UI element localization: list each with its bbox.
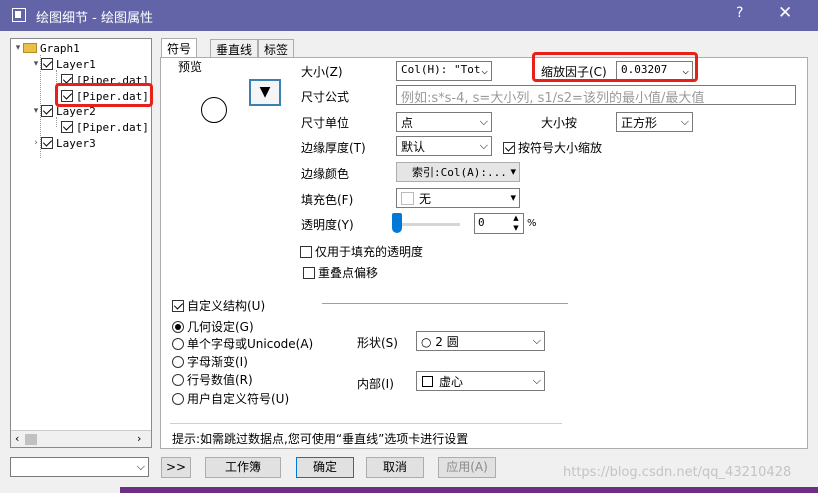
plot-selector-combo[interactable]: ⌵: [10, 457, 149, 477]
chevron-down-icon: ⌵: [481, 64, 488, 77]
chevron-down-icon: ⌵: [136, 460, 145, 473]
background-window-edge: [120, 487, 818, 493]
color-swatch-icon: [401, 192, 414, 205]
tab-drop-lines[interactable]: 垂直线: [210, 39, 259, 58]
tree-node-layer1[interactable]: ▾ Layer1: [31, 56, 96, 72]
size-unit-label: 尺寸单位: [301, 116, 350, 130]
tree-node-graph1[interactable]: ▾ Graph1: [13, 40, 80, 56]
chevron-down-icon: ⌵: [479, 115, 488, 128]
app-icon: [12, 8, 26, 22]
expand-icon[interactable]: ›: [31, 138, 41, 148]
interior-label: 内部(I): [357, 377, 394, 391]
window-title: 绘图细节 - 绘图属性: [36, 11, 153, 26]
spin-down-icon[interactable]: ▼: [509, 224, 523, 233]
chevron-down-icon: ⌵: [532, 334, 541, 347]
help-button[interactable]: ?: [736, 5, 743, 21]
collapse-icon[interactable]: ▾: [31, 106, 41, 116]
scale-with-symbol-checkbox-row[interactable]: 按符号大小缩放: [503, 139, 602, 156]
hollow-square-icon: [422, 376, 433, 387]
transparency-spinner[interactable]: 0 ▲ ▼: [474, 213, 524, 234]
size-by-label: 大小按: [541, 116, 578, 130]
chevron-down-icon: ⌵: [680, 115, 689, 128]
shape-combo[interactable]: ○ 2 圆 ⌵: [416, 331, 545, 351]
data3-checkbox[interactable]: [61, 121, 73, 133]
radio-letter-gradient-button[interactable]: [172, 355, 184, 368]
transparency-unit: %: [527, 218, 537, 229]
scroll-right-icon[interactable]: ›: [137, 432, 141, 445]
workbook-button[interactable]: 工作簿: [205, 457, 281, 478]
collapse-icon[interactable]: ▾: [13, 43, 23, 53]
shape-label: 形状(S): [357, 336, 398, 350]
scroll-thumb[interactable]: [25, 434, 37, 445]
tree-node-layer2-data[interactable]: [Piper.dat]: [61, 119, 149, 135]
ok-button[interactable]: 确定: [296, 457, 354, 478]
tree-node-layer3[interactable]: › Layer3: [31, 135, 96, 151]
layer2-checkbox[interactable]: [41, 105, 53, 117]
interior-combo[interactable]: 虚心 ⌵: [416, 371, 545, 391]
collapse-icon[interactable]: ▾: [31, 59, 41, 69]
size-by-combo[interactable]: 正方形 ⌵: [616, 112, 693, 132]
radio-user-defined-button[interactable]: [172, 392, 184, 405]
fill-color-combo[interactable]: 无 ▾: [396, 188, 520, 208]
hint-divider: [170, 423, 562, 424]
edge-color-combo[interactable]: 索引:Col(A):... ▾: [396, 162, 520, 182]
radio-geometric-button[interactable]: [172, 320, 184, 333]
preview-label: 预览: [178, 60, 203, 74]
transparency-slider-thumb[interactable]: [392, 213, 402, 233]
radio-geometric[interactable]: 几何设定(G): [172, 318, 254, 335]
radio-letter-gradient[interactable]: 字母渐变(I): [172, 353, 248, 370]
size-label: 大小(Z): [301, 65, 343, 79]
chevron-down-icon: ⌵: [532, 374, 541, 387]
watermark: https://blog.csdn.net/qq_43210428: [563, 465, 792, 480]
scroll-left-icon[interactable]: ‹: [15, 432, 19, 445]
spin-up-icon[interactable]: ▲: [509, 214, 523, 223]
highlight-box-scale: [532, 52, 698, 82]
custom-structure-row[interactable]: 自定义结构(U): [172, 297, 265, 314]
triangle-down-icon: ▼: [259, 84, 271, 100]
close-button[interactable]: ✕: [778, 3, 792, 23]
fill-only-transparency-row[interactable]: 仅用于填充的透明度: [300, 243, 423, 260]
layer3-checkbox[interactable]: [41, 137, 53, 149]
expand-button[interactable]: >>: [161, 457, 191, 478]
caret-down-icon: ▾: [510, 165, 516, 178]
radio-single-letter-button[interactable]: [172, 337, 184, 350]
size-formula-input[interactable]: 例如:s*s-4, s=大小列, s1/s2=该列的最小值/最大值: [396, 85, 796, 105]
overlap-offset-checkbox[interactable]: [303, 266, 315, 279]
custom-structure-checkbox[interactable]: [172, 299, 184, 312]
fill-only-transparency-checkbox[interactable]: [300, 245, 312, 258]
fill-color-label: 填充色(F): [301, 193, 354, 207]
symbol-gallery-button[interactable]: ▼: [249, 79, 281, 106]
tree-scrollbar[interactable]: ‹ ›: [11, 430, 151, 447]
cancel-button[interactable]: 取消: [366, 457, 424, 478]
size-formula-label: 尺寸公式: [301, 90, 350, 104]
symbol-preview-circle-icon: [201, 97, 227, 123]
folder-icon: [23, 43, 37, 53]
tab-labels[interactable]: 标签: [258, 39, 295, 58]
divider: [322, 303, 568, 304]
title-bar: 绘图细节 - 绘图属性 ? ✕: [0, 0, 818, 31]
layer1-checkbox[interactable]: [41, 58, 53, 70]
radio-user-defined[interactable]: 用户自定义符号(U): [172, 390, 289, 407]
tab-symbol[interactable]: 符号: [161, 38, 198, 58]
size-combo[interactable]: Col(H): "Tot ⌵: [396, 61, 492, 81]
transparency-label: 透明度(Y): [301, 218, 354, 232]
edge-thickness-combo[interactable]: 默认 ⌵: [396, 136, 492, 156]
radio-row-number-button[interactable]: [172, 373, 184, 386]
apply-button[interactable]: 应用(A): [438, 457, 496, 478]
edge-thickness-label: 边缘厚度(T): [301, 141, 366, 155]
caret-down-icon: ▾: [510, 191, 516, 204]
transparency-slider-track[interactable]: [396, 223, 460, 226]
chevron-down-icon: ⌵: [479, 139, 488, 152]
radio-single-letter[interactable]: 单个字母或Unicode(A): [172, 335, 313, 352]
edge-color-label: 边缘颜色: [301, 167, 350, 181]
scale-with-symbol-checkbox[interactable]: [503, 141, 515, 154]
size-unit-combo[interactable]: 点 ⌵: [396, 112, 492, 132]
radio-row-number[interactable]: 行号数值(R): [172, 371, 253, 388]
hint-text: 提示:如需跳过数据点,您可使用“垂直线”选项卡进行设置: [172, 432, 469, 446]
overlap-offset-row[interactable]: 重叠点偏移: [303, 264, 378, 281]
highlight-box-tree: [55, 83, 153, 107]
